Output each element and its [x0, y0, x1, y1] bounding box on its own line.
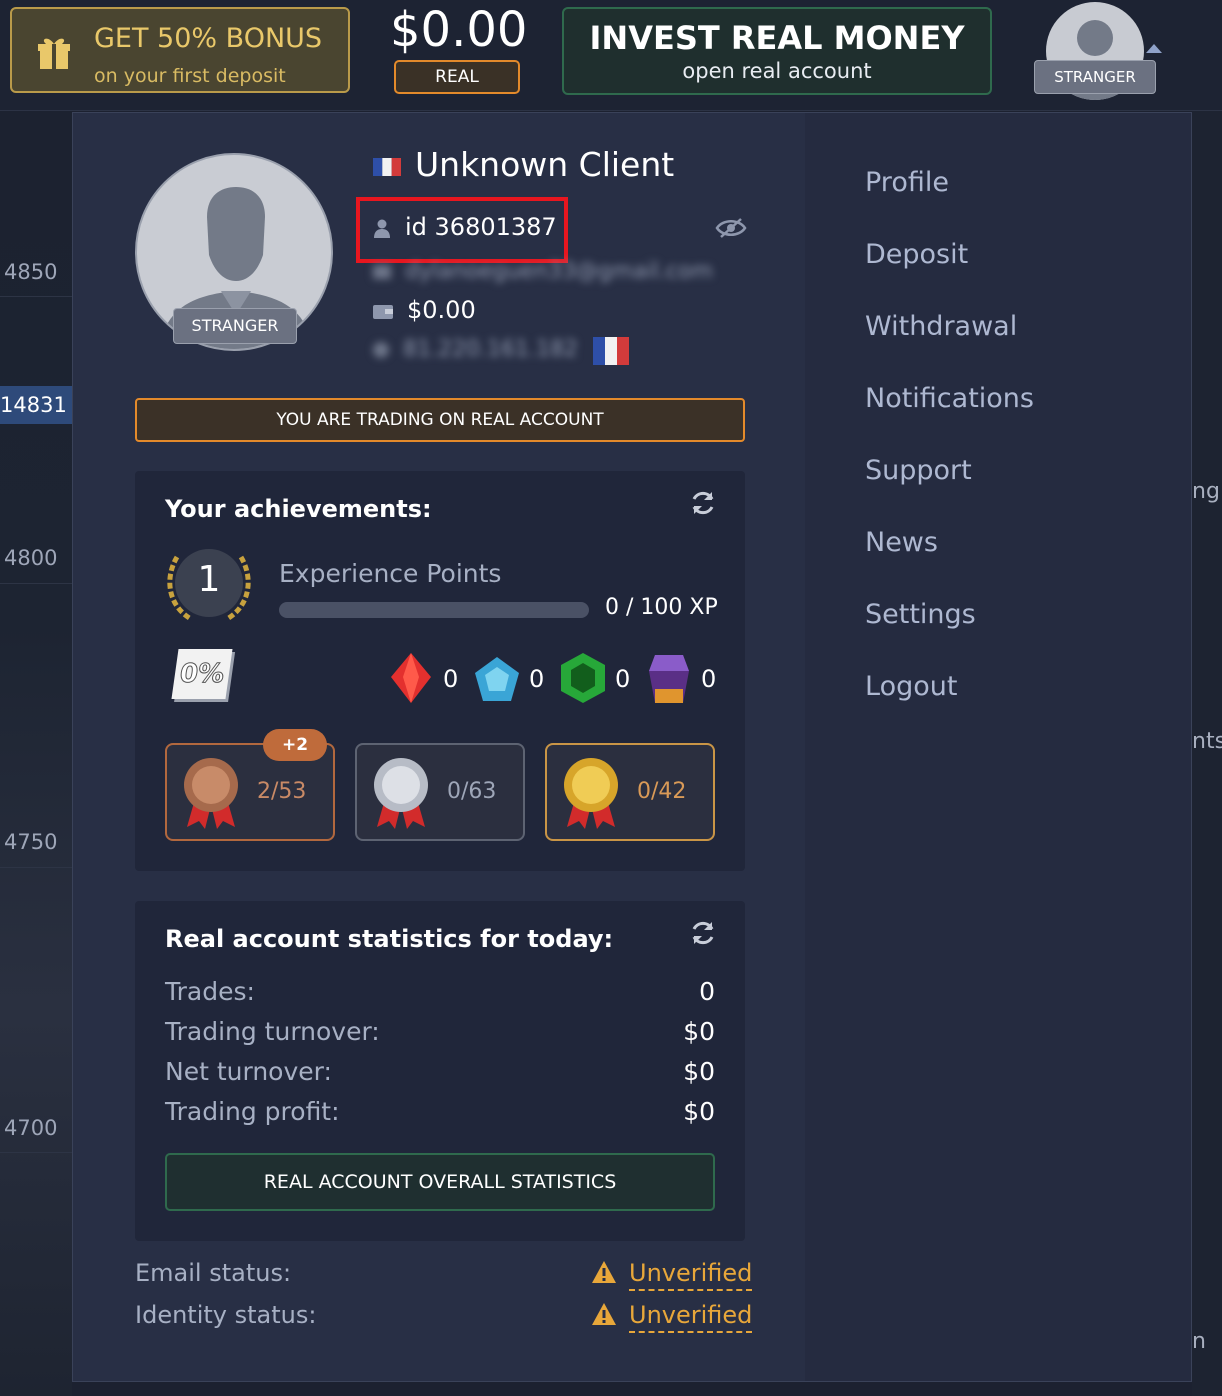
- price-axis-label: 4800: [4, 546, 58, 570]
- gift-icon: [38, 38, 70, 69]
- menu-item-deposit[interactable]: Deposit: [865, 239, 968, 270]
- real-stats-card: Real account statistics for today: Trade…: [135, 901, 745, 1241]
- bronze-medal-count: 2/53: [257, 779, 307, 804]
- user-status-badge: STRANGER: [1034, 60, 1156, 94]
- gold-medal-card[interactable]: 0/42: [545, 743, 715, 841]
- location-icon: [373, 342, 389, 358]
- stat-label: Trades:: [165, 977, 255, 1006]
- client-email-blurred: dylanoeguen33@gmail.com: [373, 259, 713, 284]
- price-axis-label: 4850: [4, 260, 58, 284]
- discount-icon: 0%: [171, 649, 233, 699]
- sapphire-count: 0: [529, 665, 545, 693]
- menu-item-withdrawal[interactable]: Withdrawal: [865, 311, 1017, 342]
- stat-value: $0: [683, 1097, 715, 1126]
- header-balance: $0.00: [390, 2, 528, 58]
- background-text-fragment: nts: [1192, 729, 1222, 754]
- menu-item-logout[interactable]: Logout: [865, 671, 957, 702]
- achievements-card: Your achievements: 1 Experience Points 0…: [135, 471, 745, 871]
- warning-icon: [592, 1261, 616, 1283]
- warning-icon: [592, 1303, 616, 1325]
- email-icon: [373, 265, 391, 279]
- bonus-banner-button[interactable]: GET 50% BONUS on your first deposit: [10, 7, 350, 93]
- stat-value: $0: [683, 1057, 715, 1086]
- amethyst-count: 0: [701, 665, 717, 693]
- identity-status-link[interactable]: Unverified: [629, 1301, 753, 1333]
- amethyst-gem-icon: [649, 655, 689, 703]
- wallet-icon: [373, 305, 393, 319]
- profile-status-badge: STRANGER: [173, 308, 297, 344]
- client-id: id 36801387: [405, 213, 557, 241]
- client-ip-blurred: 81.220.161.182: [373, 337, 578, 362]
- background-text-fragment: ng: [1192, 479, 1220, 504]
- stat-row-trading-turnover: Trading turnover: $0: [165, 1017, 715, 1046]
- trading-account-notice: YOU ARE TRADING ON REAL ACCOUNT: [135, 398, 745, 442]
- client-id-row: id 36801387: [373, 213, 557, 241]
- stat-label: Trading turnover:: [165, 1017, 380, 1046]
- client-balance-row: $0.00: [373, 296, 476, 324]
- client-name-row: Unknown Client: [373, 145, 674, 184]
- background-text-fragment: n: [1192, 1329, 1206, 1354]
- france-flag-icon: [373, 157, 401, 176]
- xp-value: 0 / 100 XP: [605, 595, 718, 620]
- chart-background: 4850 14831 4800 4750 4700: [0, 111, 72, 1396]
- email-status-link[interactable]: Unverified: [629, 1259, 753, 1291]
- achievements-title: Your achievements:: [165, 495, 432, 523]
- new-medals-badge: +2: [263, 729, 327, 761]
- ruby-gem-icon: [391, 653, 431, 703]
- level-number: 1: [197, 559, 221, 600]
- sapphire-gem-icon: [475, 657, 519, 701]
- silver-medal-card[interactable]: 0/63: [355, 743, 525, 841]
- france-flag-icon: [593, 337, 629, 365]
- silver-medal-icon: [374, 758, 428, 829]
- refresh-icon[interactable]: [689, 919, 717, 947]
- hide-eye-icon[interactable]: [715, 217, 747, 239]
- emerald-count: 0: [615, 665, 631, 693]
- right-background: ng nts n: [1192, 111, 1222, 1396]
- menu-item-settings[interactable]: Settings: [865, 599, 976, 630]
- profile-menu: Profile Deposit Withdrawal Notifications…: [805, 113, 1191, 1381]
- email-status-label: Email status:: [135, 1259, 292, 1287]
- gold-medal-icon: [564, 758, 618, 829]
- stat-label: Trading profit:: [165, 1097, 340, 1126]
- stat-label: Net turnover:: [165, 1057, 332, 1086]
- overall-statistics-button[interactable]: REAL ACCOUNT OVERALL STATISTICS: [165, 1153, 715, 1211]
- identity-status-label: Identity status:: [135, 1301, 317, 1329]
- refresh-icon[interactable]: [689, 489, 717, 517]
- current-price-label: 14831: [0, 386, 72, 424]
- invest-real-money-button[interactable]: INVEST REAL MONEY open real account: [562, 7, 992, 95]
- top-bar: GET 50% BONUS on your first deposit $0.0…: [0, 0, 1222, 111]
- caret-up-icon: [1146, 44, 1162, 53]
- emerald-gem-icon: [561, 653, 605, 703]
- client-name: Unknown Client: [415, 145, 675, 184]
- user-icon: [374, 219, 390, 238]
- stats-title: Real account statistics for today:: [165, 925, 614, 953]
- price-axis-label: 4700: [4, 1116, 58, 1140]
- xp-progress-bar: [279, 602, 589, 618]
- bronze-medal-card[interactable]: +2 2/53: [165, 729, 335, 841]
- menu-item-profile[interactable]: Profile: [865, 167, 949, 198]
- invest-subtitle: open real account: [682, 59, 872, 83]
- bronze-medal-icon: [184, 758, 238, 829]
- stat-value: 0: [699, 977, 715, 1006]
- menu-item-notifications[interactable]: Notifications: [865, 383, 1034, 414]
- account-type-button[interactable]: REAL: [394, 60, 520, 94]
- stat-value: $0: [683, 1017, 715, 1046]
- stat-row-trading-profit: Trading profit: $0: [165, 1097, 715, 1126]
- price-axis-label: 4750: [4, 830, 58, 854]
- stat-row-trades: Trades: 0: [165, 977, 715, 1006]
- client-balance: $0.00: [407, 296, 476, 324]
- gold-medal-count: 0/42: [637, 779, 687, 804]
- stat-row-net-turnover: Net turnover: $0: [165, 1057, 715, 1086]
- menu-item-news[interactable]: News: [865, 527, 938, 558]
- bonus-subtitle: on your first deposit: [94, 65, 286, 87]
- invest-title: INVEST REAL MONEY: [589, 19, 965, 57]
- profile-dropdown-panel: STRANGER Unknown Client id 36801387 dyla…: [72, 112, 1192, 1382]
- silver-medal-count: 0/63: [447, 779, 497, 804]
- ruby-count: 0: [443, 665, 459, 693]
- bonus-title: GET 50% BONUS: [94, 23, 323, 54]
- menu-item-support[interactable]: Support: [865, 455, 972, 486]
- xp-label: Experience Points: [279, 559, 502, 588]
